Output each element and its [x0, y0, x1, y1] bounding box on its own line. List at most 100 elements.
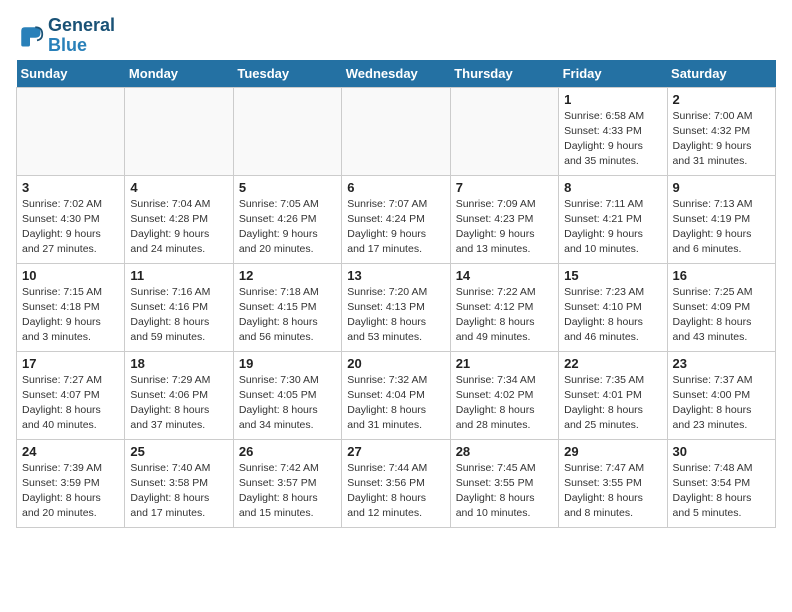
day-info: Sunrise: 7:22 AMSunset: 4:12 PMDaylight:…: [456, 285, 553, 346]
calendar-header: SundayMondayTuesdayWednesdayThursdayFrid…: [17, 60, 776, 88]
day-number: 25: [130, 444, 227, 459]
day-number: 30: [673, 444, 770, 459]
day-number: 29: [564, 444, 661, 459]
calendar-cell: 26 Sunrise: 7:42 AMSunset: 3:57 PMDayligh…: [233, 439, 341, 527]
day-info: Sunrise: 7:47 AMSunset: 3:55 PMDaylight:…: [564, 461, 661, 522]
day-number: 9: [673, 180, 770, 195]
day-number: 10: [22, 268, 119, 283]
day-info: Sunrise: 7:20 AMSunset: 4:13 PMDaylight:…: [347, 285, 444, 346]
day-number: 23: [673, 356, 770, 371]
calendar-cell: 3 Sunrise: 7:02 AMSunset: 4:30 PMDaylight…: [17, 175, 125, 263]
calendar-weekday-wednesday: Wednesday: [342, 60, 450, 88]
day-info: Sunrise: 7:04 AMSunset: 4:28 PMDaylight:…: [130, 197, 227, 258]
day-info: Sunrise: 7:07 AMSunset: 4:24 PMDaylight:…: [347, 197, 444, 258]
day-number: 28: [456, 444, 553, 459]
day-number: 17: [22, 356, 119, 371]
day-number: 5: [239, 180, 336, 195]
calendar-cell: [233, 87, 341, 175]
calendar-cell: 23 Sunrise: 7:37 AMSunset: 4:00 PMDayligh…: [667, 351, 775, 439]
day-number: 24: [22, 444, 119, 459]
calendar-cell: 2 Sunrise: 7:00 AMSunset: 4:32 PMDaylight…: [667, 87, 775, 175]
day-number: 1: [564, 92, 661, 107]
day-number: 27: [347, 444, 444, 459]
calendar-cell: 15 Sunrise: 7:23 AMSunset: 4:10 PMDayligh…: [559, 263, 667, 351]
day-info: Sunrise: 7:34 AMSunset: 4:02 PMDaylight:…: [456, 373, 553, 434]
calendar-week-3: 10 Sunrise: 7:15 AMSunset: 4:18 PMDayligh…: [17, 263, 776, 351]
calendar-weekday-thursday: Thursday: [450, 60, 558, 88]
day-number: 21: [456, 356, 553, 371]
day-info: Sunrise: 6:58 AMSunset: 4:33 PMDaylight:…: [564, 109, 661, 170]
calendar-weekday-saturday: Saturday: [667, 60, 775, 88]
day-number: 15: [564, 268, 661, 283]
day-number: 18: [130, 356, 227, 371]
logo-text: General Blue: [48, 16, 115, 56]
calendar-cell: 22 Sunrise: 7:35 AMSunset: 4:01 PMDayligh…: [559, 351, 667, 439]
calendar-cell: 25 Sunrise: 7:40 AMSunset: 3:58 PMDayligh…: [125, 439, 233, 527]
day-info: Sunrise: 7:13 AMSunset: 4:19 PMDaylight:…: [673, 197, 770, 258]
day-info: Sunrise: 7:40 AMSunset: 3:58 PMDaylight:…: [130, 461, 227, 522]
day-number: 11: [130, 268, 227, 283]
day-info: Sunrise: 7:23 AMSunset: 4:10 PMDaylight:…: [564, 285, 661, 346]
day-info: Sunrise: 7:27 AMSunset: 4:07 PMDaylight:…: [22, 373, 119, 434]
calendar-week-5: 24 Sunrise: 7:39 AMSunset: 3:59 PMDayligh…: [17, 439, 776, 527]
day-number: 22: [564, 356, 661, 371]
calendar-cell: 20Sunrise: 7:32 AMSunset: 4:04 PMDayligh…: [342, 351, 450, 439]
calendar-cell: 4 Sunrise: 7:04 AMSunset: 4:28 PMDaylight…: [125, 175, 233, 263]
day-number: 12: [239, 268, 336, 283]
day-info: Sunrise: 7:11 AMSunset: 4:21 PMDaylight:…: [564, 197, 661, 258]
day-info: Sunrise: 7:32 AMSunset: 4:04 PMDaylight:…: [347, 373, 444, 434]
day-number: 2: [673, 92, 770, 107]
day-number: 4: [130, 180, 227, 195]
day-number: 3: [22, 180, 119, 195]
calendar-cell: 10 Sunrise: 7:15 AMSunset: 4:18 PMDayligh…: [17, 263, 125, 351]
calendar-cell: 8 Sunrise: 7:11 AMSunset: 4:21 PMDaylight…: [559, 175, 667, 263]
logo: General Blue: [16, 16, 115, 56]
calendar-cell: 9 Sunrise: 7:13 AMSunset: 4:19 PMDaylight…: [667, 175, 775, 263]
calendar-body: 1 Sunrise: 6:58 AMSunset: 4:33 PMDaylight…: [17, 87, 776, 527]
day-info: Sunrise: 7:29 AMSunset: 4:06 PMDaylight:…: [130, 373, 227, 434]
calendar-cell: 6Sunrise: 7:07 AMSunset: 4:24 PMDaylight…: [342, 175, 450, 263]
calendar-cell: [17, 87, 125, 175]
calendar-cell: 24 Sunrise: 7:39 AMSunset: 3:59 PMDayligh…: [17, 439, 125, 527]
day-info: Sunrise: 7:30 AMSunset: 4:05 PMDaylight:…: [239, 373, 336, 434]
day-info: Sunrise: 7:37 AMSunset: 4:00 PMDaylight:…: [673, 373, 770, 434]
calendar-cell: 19Sunrise: 7:30 AMSunset: 4:05 PMDayligh…: [233, 351, 341, 439]
day-info: Sunrise: 7:45 AMSunset: 3:55 PMDaylight:…: [456, 461, 553, 522]
day-number: 14: [456, 268, 553, 283]
day-info: Sunrise: 7:35 AMSunset: 4:01 PMDaylight:…: [564, 373, 661, 434]
day-info: Sunrise: 7:25 AMSunset: 4:09 PMDaylight:…: [673, 285, 770, 346]
day-number: 13: [347, 268, 444, 283]
day-number: 7: [456, 180, 553, 195]
day-number: 26: [239, 444, 336, 459]
calendar-cell: [125, 87, 233, 175]
day-info: Sunrise: 7:42 AMSunset: 3:57 PMDaylight:…: [239, 461, 336, 522]
calendar-week-1: 1 Sunrise: 6:58 AMSunset: 4:33 PMDaylight…: [17, 87, 776, 175]
calendar-cell: 11 Sunrise: 7:16 AMSunset: 4:16 PMDayligh…: [125, 263, 233, 351]
calendar-cell: 1 Sunrise: 6:58 AMSunset: 4:33 PMDaylight…: [559, 87, 667, 175]
calendar-cell: 5 Sunrise: 7:05 AMSunset: 4:26 PMDaylight…: [233, 175, 341, 263]
calendar-cell: 16Sunrise: 7:25 AMSunset: 4:09 PMDayligh…: [667, 263, 775, 351]
day-info: Sunrise: 7:39 AMSunset: 3:59 PMDaylight:…: [22, 461, 119, 522]
calendar-cell: 21 Sunrise: 7:34 AMSunset: 4:02 PMDayligh…: [450, 351, 558, 439]
calendar-weekday-monday: Monday: [125, 60, 233, 88]
calendar-table: SundayMondayTuesdayWednesdayThursdayFrid…: [16, 60, 776, 528]
day-info: Sunrise: 7:18 AMSunset: 4:15 PMDaylight:…: [239, 285, 336, 346]
calendar-cell: 13 Sunrise: 7:20 AMSunset: 4:13 PMDayligh…: [342, 263, 450, 351]
calendar-week-2: 3 Sunrise: 7:02 AMSunset: 4:30 PMDaylight…: [17, 175, 776, 263]
calendar-weekday-tuesday: Tuesday: [233, 60, 341, 88]
calendar-weekday-sunday: Sunday: [17, 60, 125, 88]
day-info: Sunrise: 7:02 AMSunset: 4:30 PMDaylight:…: [22, 197, 119, 258]
calendar-cell: 28 Sunrise: 7:45 AMSunset: 3:55 PMDayligh…: [450, 439, 558, 527]
calendar-cell: 7 Sunrise: 7:09 AMSunset: 4:23 PMDaylight…: [450, 175, 558, 263]
calendar-cell: 14 Sunrise: 7:22 AMSunset: 4:12 PMDayligh…: [450, 263, 558, 351]
day-info: Sunrise: 7:15 AMSunset: 4:18 PMDaylight:…: [22, 285, 119, 346]
day-info: Sunrise: 7:09 AMSunset: 4:23 PMDaylight:…: [456, 197, 553, 258]
day-number: 8: [564, 180, 661, 195]
day-info: Sunrise: 7:00 AMSunset: 4:32 PMDaylight:…: [673, 109, 770, 170]
calendar-cell: [342, 87, 450, 175]
day-info: Sunrise: 7:48 AMSunset: 3:54 PMDaylight:…: [673, 461, 770, 522]
calendar-cell: 12 Sunrise: 7:18 AMSunset: 4:15 PMDayligh…: [233, 263, 341, 351]
day-info: Sunrise: 7:16 AMSunset: 4:16 PMDaylight:…: [130, 285, 227, 346]
day-info: Sunrise: 7:05 AMSunset: 4:26 PMDaylight:…: [239, 197, 336, 258]
calendar-cell: [450, 87, 558, 175]
